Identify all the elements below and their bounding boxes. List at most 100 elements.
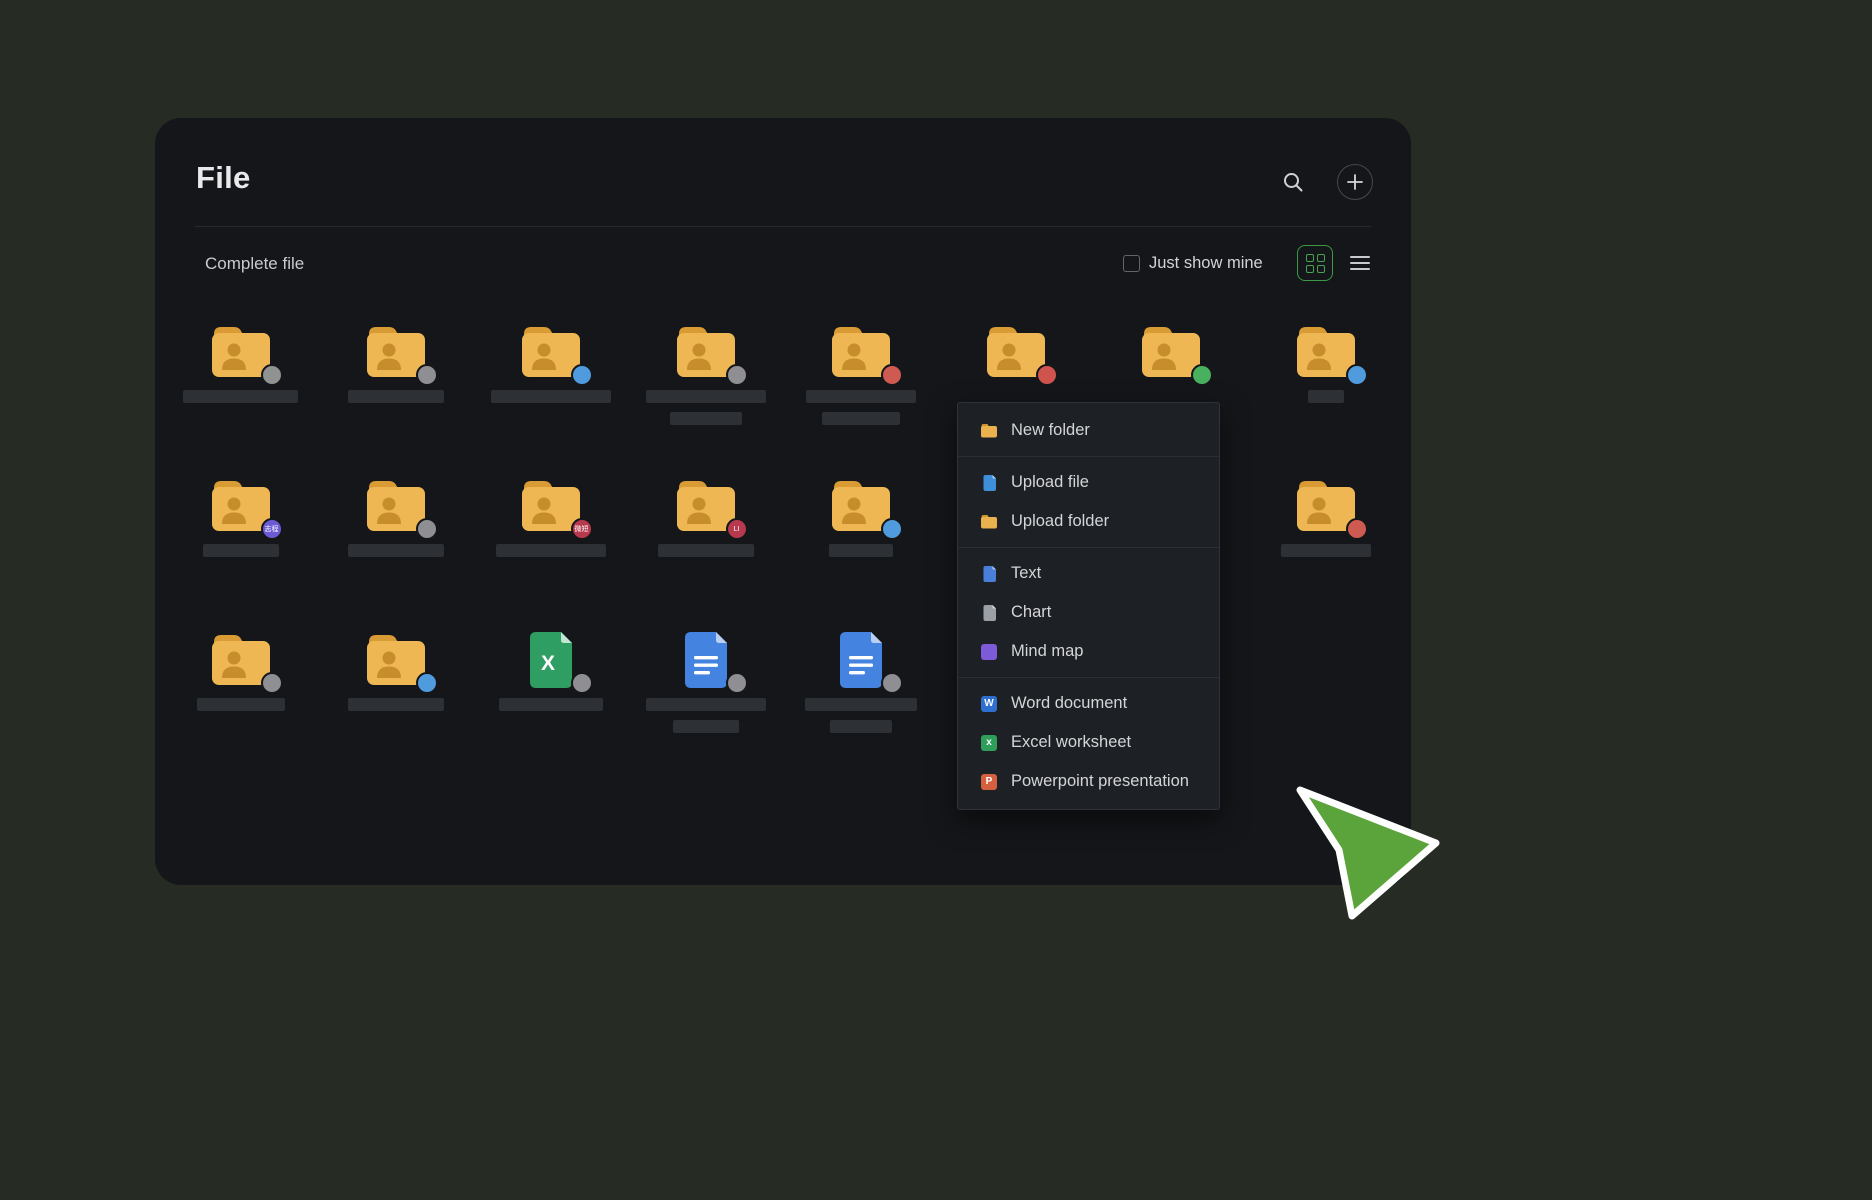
file-name-placeholder [673,720,739,733]
p-square-icon: P [981,774,997,790]
owner-avatar [571,364,593,386]
grid-view-icon [1306,254,1314,262]
folder-item[interactable] [628,304,783,458]
folder-item[interactable] [318,458,473,612]
menu-item-upload-file[interactable]: Upload file [958,463,1219,502]
file-name-placeholder [1308,390,1344,403]
svg-text:X: X [540,652,554,675]
file-name-placeholder [829,544,893,557]
file-icon-wrap: X [519,630,583,688]
w-square-icon: W [981,696,997,712]
file-name-placeholder-group [1281,544,1371,557]
file-name-placeholder [806,390,916,403]
upload-file-icon [980,474,998,492]
folder-icon [980,514,998,530]
file-icon-wrap: LI [674,476,738,534]
folder-item[interactable] [783,458,938,612]
owner-avatar [1191,364,1213,386]
file-name-placeholder [670,412,742,425]
file-name-placeholder-group [499,698,603,711]
grid-view-button[interactable] [1297,245,1333,281]
menu-item-excel-worksheet[interactable]: x Excel worksheet [958,723,1219,762]
file-app-window: File Complete file Just show mine [155,118,1411,885]
folder-item[interactable] [318,304,473,458]
list-view-icon [1350,256,1370,258]
file-icon-wrap [519,322,583,380]
folder-item[interactable] [163,304,318,458]
file-name-placeholder [805,698,917,711]
owner-avatar [1036,364,1058,386]
folder-item[interactable] [783,304,938,458]
x-square-icon: x [981,735,997,751]
menu-group: Text Chart Mind map [958,548,1219,678]
doc-item[interactable] [783,612,938,766]
mouse-cursor [1296,786,1444,929]
owner-avatar [726,364,748,386]
menu-item-label: Word document [1011,694,1127,713]
menu-item-upload-folder[interactable]: Upload folder [958,502,1219,541]
owner-avatar [416,672,438,694]
folder-item[interactable]: 志程 [163,458,318,612]
file-name-placeholder [348,390,444,403]
list-view-button[interactable] [1345,248,1375,278]
folder-item[interactable] [163,612,318,766]
doc-item[interactable] [628,612,783,766]
menu-group: New folder [958,405,1219,457]
excel-item[interactable]: X [473,612,628,766]
menu-item-powerpoint-presentation[interactable]: P Powerpoint presentation [958,762,1219,801]
just-show-mine-checkbox[interactable] [1123,255,1140,272]
file-name-placeholder [348,698,444,711]
owner-avatar [1346,364,1368,386]
folder-item[interactable]: LI [628,458,783,612]
search-icon [1282,171,1304,193]
owner-avatar [881,672,903,694]
powerpoint-presentation-icon: P [980,773,998,791]
file-icon-wrap [1139,322,1203,380]
file-icon-wrap: 志程 [209,476,273,534]
header-divider [195,226,1371,227]
menu-item-chart[interactable]: Chart [958,593,1219,632]
search-button[interactable] [1275,164,1311,200]
file-name-placeholder-group [806,390,916,425]
section-label: Complete file [205,254,304,274]
folder-item[interactable] [473,304,628,458]
file-icon-wrap [209,322,273,380]
file-icon-wrap [674,630,738,688]
owner-avatar [881,518,903,540]
menu-item-label: Powerpoint presentation [1011,772,1189,791]
file-name-placeholder [183,390,298,403]
new-folder-icon [980,422,998,440]
menu-item-label: Excel worksheet [1011,733,1131,752]
doc-file-icon [681,630,731,690]
folder-item[interactable] [1248,304,1403,458]
owner-avatar [261,672,283,694]
menu-item-label: Mind map [1011,642,1083,661]
cursor-arrow [1300,790,1436,916]
file-icon [982,604,997,622]
file-icon-wrap: 微短 [519,476,583,534]
folder-item[interactable]: 微短 [473,458,628,612]
file-icon [982,565,997,583]
file-name-placeholder [830,720,892,733]
file-name-placeholder [203,544,279,557]
file-name-placeholder-group [348,698,444,711]
plus-icon [1347,174,1363,190]
mind-map-icon [980,643,998,661]
file-name-placeholder-group [658,544,754,557]
menu-group: W Word document x Excel worksheet P Powerpoin… [958,678,1219,807]
owner-avatar [881,364,903,386]
chart-icon [980,604,998,622]
owner-avatar: 微短 [571,518,593,540]
menu-item-mind-map[interactable]: Mind map [958,632,1219,671]
file-name-placeholder [496,544,606,557]
add-button[interactable] [1337,164,1373,200]
file-name-placeholder-group [829,544,893,557]
file-name-placeholder-group [491,390,611,403]
just-show-mine-toggle[interactable]: Just show mine [1123,254,1263,273]
file-icon-wrap [364,630,428,688]
menu-item-new-folder[interactable]: New folder [958,411,1219,450]
menu-item-word-document[interactable]: W Word document [958,684,1219,723]
menu-item-text[interactable]: Text [958,554,1219,593]
folder-item[interactable] [1248,458,1403,612]
folder-item[interactable] [318,612,473,766]
